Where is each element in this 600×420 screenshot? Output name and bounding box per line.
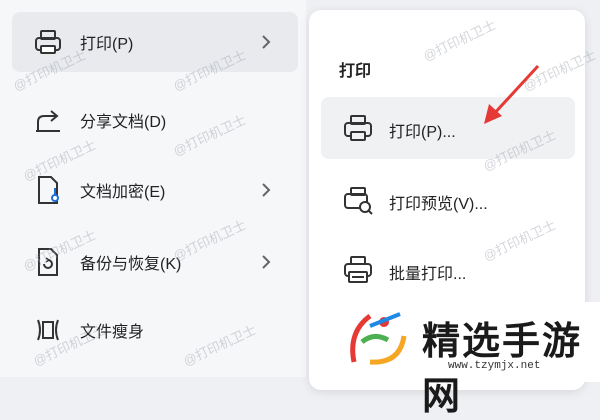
menu-item-slim[interactable]: 文件瘦身 xyxy=(12,300,298,360)
menu-item-label: 打印(P) xyxy=(80,36,134,53)
lock-document-icon xyxy=(38,176,59,204)
submenu-item-batch-print[interactable]: 批量打印... xyxy=(321,239,575,301)
print-preview-icon xyxy=(344,187,373,215)
logo-mark-icon xyxy=(350,312,407,365)
menu-item-encrypt[interactable]: 文档加密(E) xyxy=(12,160,298,220)
menu-item-backup[interactable]: 备份与恢复(K) xyxy=(12,232,298,292)
logo-url: www.tzymjx.net xyxy=(448,360,541,372)
chevron-right-icon xyxy=(262,255,271,269)
menu-item-share[interactable]: 分享文档(D) xyxy=(12,90,298,150)
submenu-item-print-preview[interactable]: 打印预览(V)... xyxy=(321,169,575,231)
printer-icon xyxy=(344,115,372,141)
menu-item-label: 文件瘦身 xyxy=(80,324,145,341)
compress-file-icon xyxy=(37,319,59,341)
menu-item-label: 文档加密(E) xyxy=(80,184,166,201)
red-arrow-annotation xyxy=(484,64,540,124)
site-logo: 精选手游网 www.tzymjx.net xyxy=(340,302,600,418)
menu-panel: 打印(P) 分享文档(D) 文档加密(E) 备份与恢复(K) 文件瘦身 xyxy=(0,0,306,377)
menu-item-label: 备份与恢复(K) xyxy=(80,256,182,273)
printer-icon xyxy=(35,30,61,54)
menu-item-print[interactable]: 打印(P) xyxy=(12,12,298,72)
submenu-title: 打印 xyxy=(339,63,372,80)
share-icon xyxy=(36,110,60,132)
submenu-item-label: 打印(P)... xyxy=(389,124,456,141)
chevron-right-icon xyxy=(262,183,271,197)
submenu-item-label: 打印预览(V)... xyxy=(389,196,488,213)
batch-print-icon xyxy=(344,256,372,283)
backup-restore-icon xyxy=(38,248,58,276)
menu-item-label: 分享文档(D) xyxy=(80,114,167,131)
chevron-right-icon xyxy=(262,35,271,49)
submenu-item-label: 批量打印... xyxy=(389,266,467,283)
